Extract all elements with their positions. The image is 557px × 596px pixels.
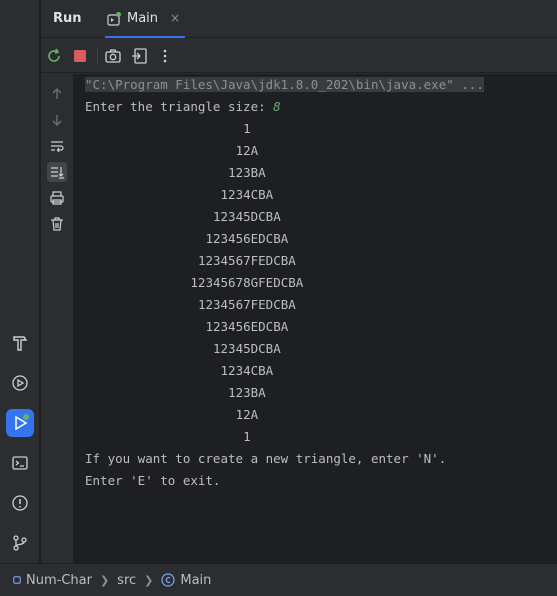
status-bar-breadcrumb: Num-Char ❯ src ❯ Main (0, 563, 557, 596)
triangle-row: 1234CBA (220, 363, 274, 378)
build-button[interactable] (6, 329, 34, 357)
tool-window-stripe (0, 0, 40, 563)
up-arrow-icon (52, 88, 62, 99)
class-icon (161, 573, 175, 587)
chevron-right-icon: ❯ (99, 573, 110, 587)
close-icon[interactable]: × (170, 11, 180, 25)
triangle-row: 1234567FEDCBA (197, 297, 296, 312)
terminal-button[interactable] (6, 449, 34, 477)
terminal-icon (12, 456, 28, 470)
triangle-row: 1234CBA (220, 187, 274, 202)
exit-icon (132, 48, 147, 64)
rerun-button[interactable] (45, 47, 63, 65)
triangle-row: 123BA (228, 385, 266, 400)
stop-button[interactable] (71, 47, 89, 65)
project-name: Num-Char (26, 572, 92, 588)
triangle-output: 1 12A 123BA 1234CBA 12345DCBA 123456EDCBA 1234… (85, 118, 557, 448)
command-text: "C:\Program Files\Java\jdk1.8.0_202\bin\… (85, 77, 484, 92)
toolbar-separator (97, 49, 98, 63)
breadcrumb-folder[interactable]: src (117, 573, 136, 588)
command-line: "C:\Program Files\Java\jdk1.8.0_202\bin\… (85, 74, 557, 96)
prompt-text: Enter the triangle size: (85, 99, 274, 114)
tab-label: Main (127, 10, 159, 26)
triangle-row: 123456EDCBA (205, 319, 289, 334)
file-name: Main (180, 572, 212, 588)
hammer-icon (13, 336, 28, 351)
user-input: 8 (273, 99, 281, 114)
folder-name: src (117, 572, 137, 588)
tab-bar: Run Main × (41, 0, 557, 38)
exit-button[interactable] (131, 47, 149, 65)
module-icon (13, 576, 21, 584)
problems-icon (12, 495, 28, 511)
scroll-to-end-button[interactable] (47, 162, 67, 182)
breadcrumb-project[interactable]: Num-Char (13, 573, 92, 588)
more-icon (163, 49, 167, 63)
tab-main[interactable]: Main × (105, 0, 185, 38)
soft-wrap-button[interactable] (47, 136, 67, 156)
breadcrumb-file[interactable]: Main (161, 573, 211, 588)
stop-icon (74, 50, 86, 62)
git-button[interactable] (6, 529, 34, 557)
git-icon (13, 535, 27, 551)
run-tool-window: Run Main × "C:\Program Files\Java\jdk1.8… (41, 0, 557, 563)
footer-line: Enter 'E' to exit. (85, 473, 221, 488)
problems-button[interactable] (6, 489, 34, 517)
prompt-line: Enter the triangle size: 8 (85, 96, 557, 118)
more-button[interactable] (156, 47, 174, 65)
run-icon (15, 414, 29, 431)
debug-icon (12, 375, 28, 391)
debug-button[interactable] (6, 369, 34, 397)
clear-all-button[interactable] (47, 214, 67, 234)
camera-icon (105, 49, 121, 63)
trash-icon (51, 217, 63, 231)
tool-window-title: Run (53, 11, 82, 26)
triangle-row: 123456EDCBA (205, 231, 289, 246)
print-button[interactable] (47, 188, 67, 208)
rerun-icon (48, 48, 60, 62)
triangle-row: 1 (243, 429, 251, 444)
console-side-toolbar (41, 74, 73, 563)
chevron-right-icon: ❯ (144, 573, 154, 587)
triangle-row: 1 (243, 121, 251, 136)
triangle-row: 12345DCBA (213, 209, 281, 224)
print-icon (50, 191, 64, 205)
application-icon (107, 11, 121, 26)
scroll-to-end-icon (51, 167, 64, 179)
dump-threads-button[interactable] (104, 47, 122, 65)
triangle-row: 1234567FEDCBA (197, 253, 296, 268)
soft-wrap-icon (51, 141, 64, 153)
run-tool-button[interactable] (6, 409, 34, 437)
footer-line: If you want to create a new triangle, en… (85, 451, 447, 466)
triangle-row: 12A (235, 143, 259, 158)
next-occurrence-button[interactable] (47, 110, 67, 130)
triangle-row: 12A (235, 407, 259, 422)
down-arrow-icon (52, 115, 62, 126)
console-output[interactable]: "C:\Program Files\Java\jdk1.8.0_202\bin\… (73, 74, 557, 563)
triangle-row: 12345DCBA (213, 341, 281, 356)
triangle-row: 12345678GFEDCBA (190, 275, 304, 290)
triangle-row: 123BA (228, 165, 266, 180)
run-toolbar (41, 39, 557, 73)
previous-occurrence-button[interactable] (47, 84, 67, 104)
